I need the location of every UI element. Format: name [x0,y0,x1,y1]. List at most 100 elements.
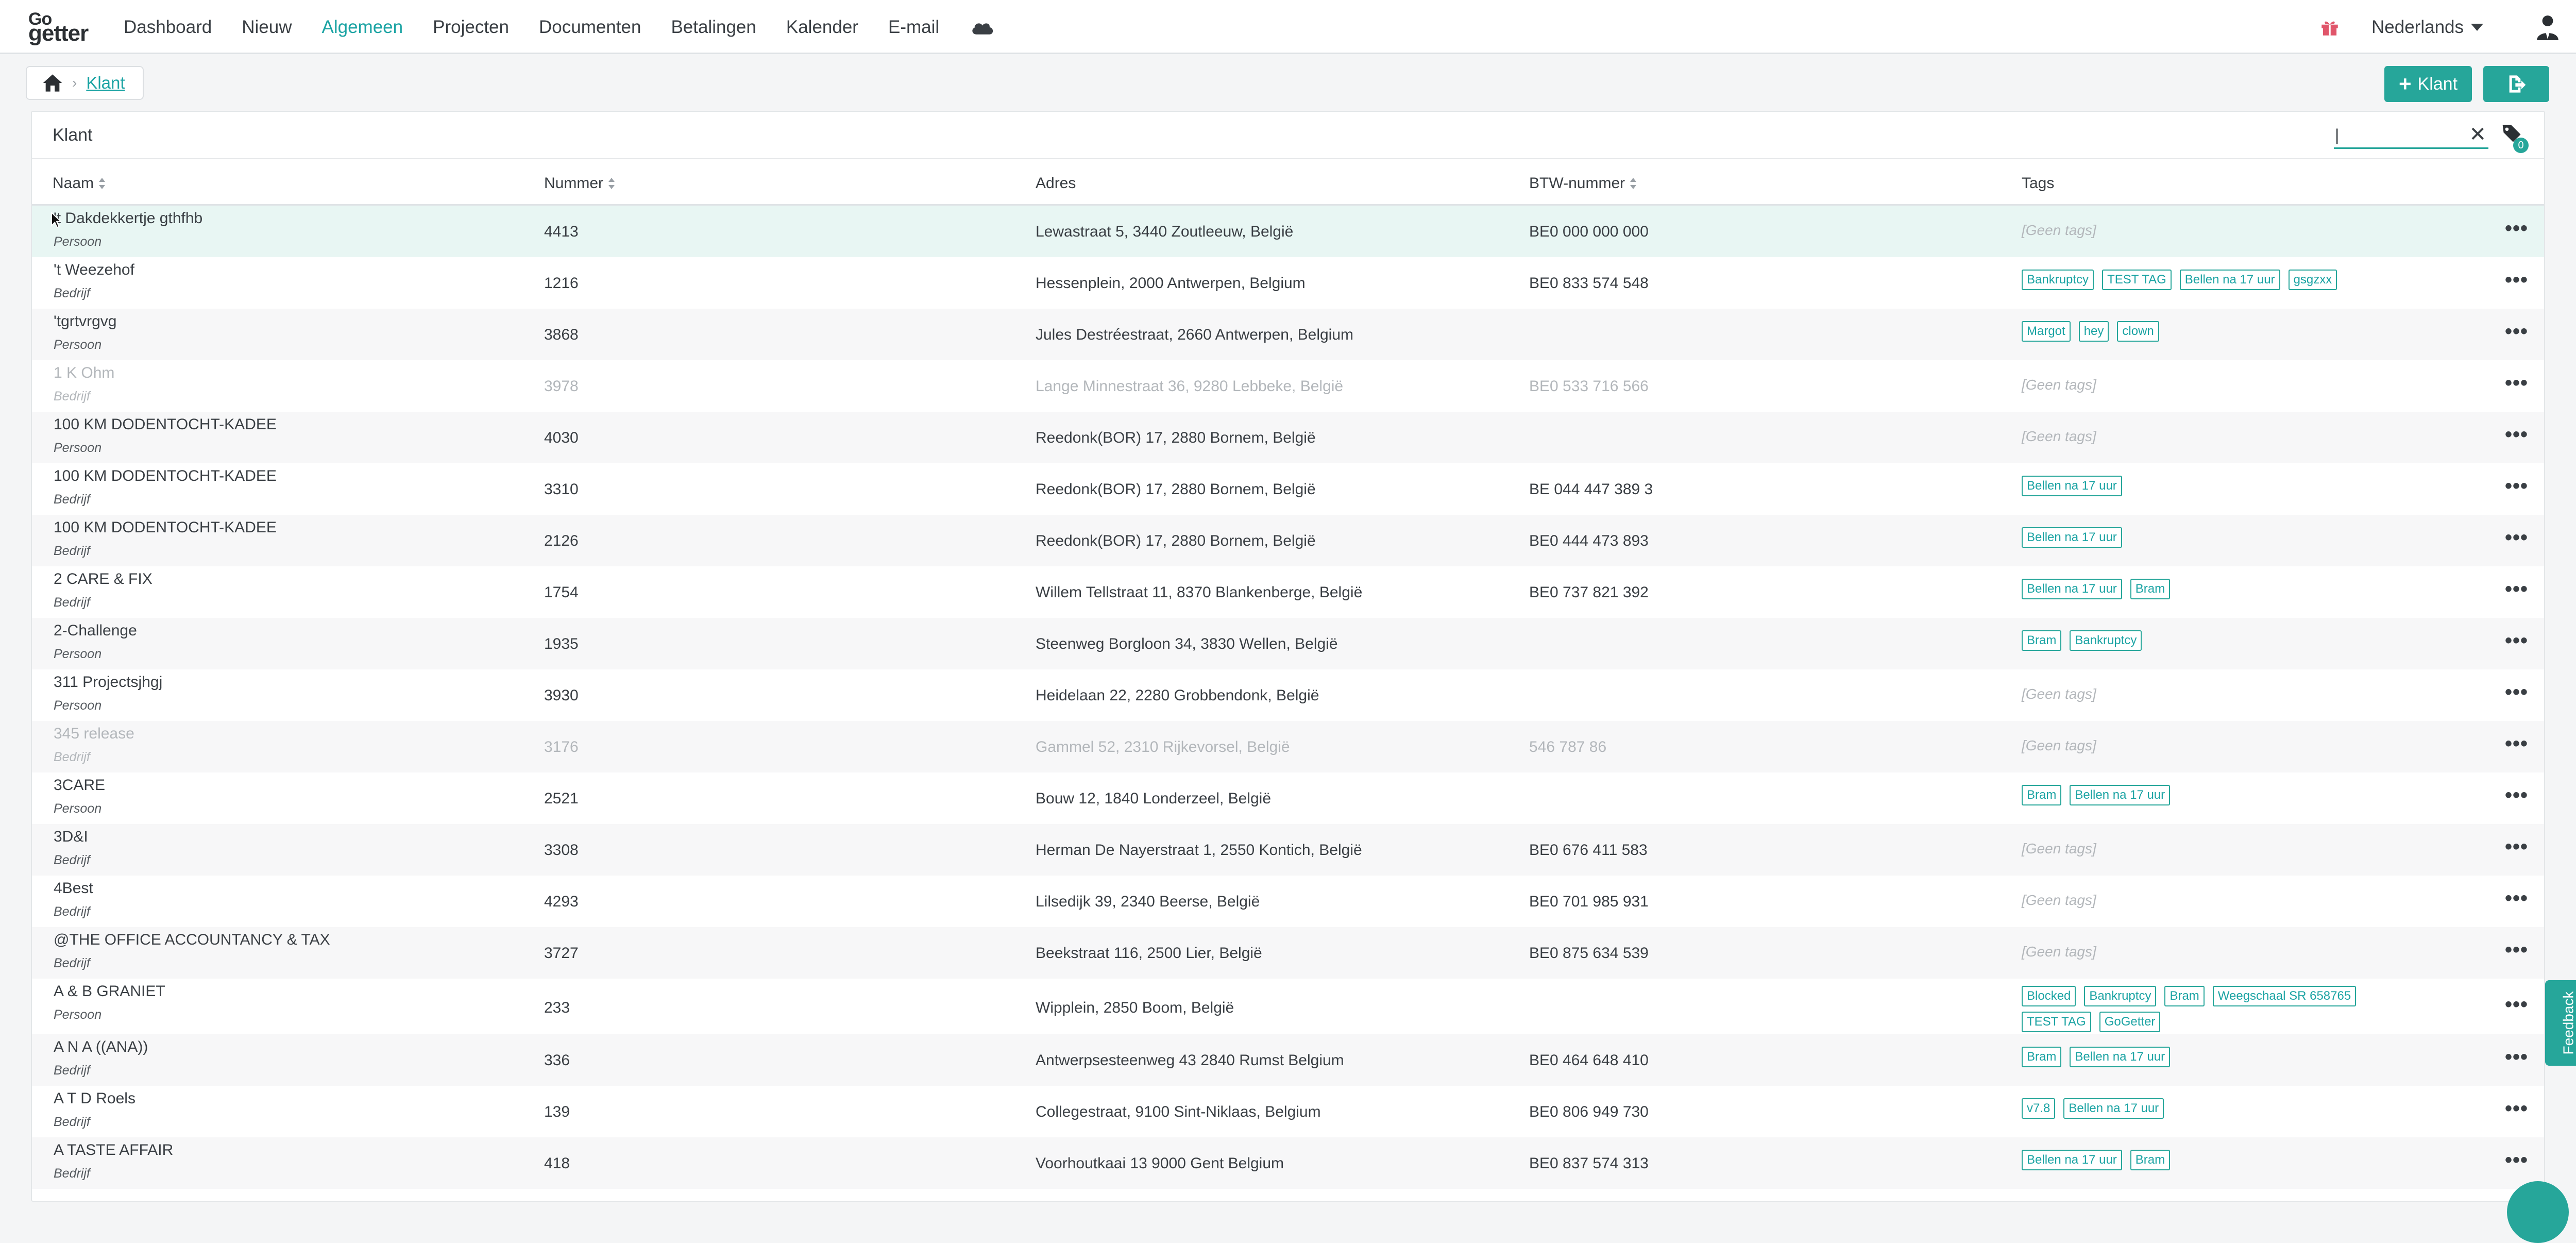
row-actions-ellipsis-icon[interactable]: ••• [2505,1149,2528,1172]
user-icon[interactable] [2535,13,2561,42]
tag-badge[interactable]: v7.8 [2022,1098,2056,1119]
row-actions-ellipsis-icon[interactable]: ••• [2505,993,2528,1016]
tag-badge[interactable]: Bellen na 17 uur [2022,579,2122,599]
tag-badge[interactable]: Bellen na 17 uur [2070,1047,2171,1067]
tag-badge[interactable]: Bellen na 17 uur [2070,785,2171,805]
close-icon[interactable]: ✕ [2469,124,2486,145]
tag-badge[interactable]: Bram [2022,630,2062,651]
row-actions-ellipsis-icon[interactable]: ••• [2505,1046,2528,1069]
client-number: 2521 [544,790,579,807]
row-actions-ellipsis-icon[interactable]: ••• [2505,784,2528,807]
row-actions-ellipsis-icon[interactable]: ••• [2505,938,2528,962]
tags-filter-button[interactable]: 0 [2501,122,2532,156]
cloud-icon[interactable] [970,19,995,36]
home-icon[interactable] [42,73,63,93]
table-row[interactable]: 100 KM DODENTOCHT-KADEE Bedrijf 2126 Reedon… [32,515,2544,566]
client-name: 2 CARE & FIX [54,570,152,587]
column-header-naam[interactable]: Naam [53,175,106,192]
tag-badge[interactable]: Bellen na 17 uur [2022,527,2122,548]
table-row[interactable]: 4Best Bedrijf 4293 Lilsedijk 39, 2340 Beers… [32,876,2544,927]
row-actions-ellipsis-icon[interactable]: ••• [2505,835,2528,859]
tag-badge[interactable]: TEST TAG [2022,1012,2091,1032]
tag-badge[interactable]: Bram [2130,579,2171,599]
row-actions-ellipsis-icon[interactable]: ••• [2505,475,2528,498]
column-header-nummer[interactable]: Nummer [544,175,616,192]
row-actions-ellipsis-icon[interactable]: ••• [2505,320,2528,343]
nav-item-projecten[interactable]: Projecten [433,17,509,38]
feedback-tab[interactable]: Feedback [2545,980,2576,1066]
client-type: Persoon [54,801,102,816]
breadcrumb-klant[interactable]: Klant [86,73,125,93]
table-row[interactable]: 311 Projectsjhgj Persoon 3930 Heidelaan 22,… [32,669,2544,721]
row-actions-ellipsis-icon[interactable]: ••• [2505,629,2528,652]
client-type: Bedrijf [54,544,90,558]
tag-badge[interactable]: Bellen na 17 uur [2022,476,2122,496]
tag-badge[interactable]: GoGetter [2099,1012,2161,1032]
table-row[interactable]: 3D&I Bedrijf 3308 Herman De Nayerstraat 1, … [32,824,2544,876]
tag-badge[interactable]: Bankruptcy [2084,986,2157,1006]
table-row[interactable]: 'tgrtvrgvg Persoon 3868 Jules Destréestraat… [32,309,2544,360]
nav-item-e-mail[interactable]: E-mail [888,17,939,38]
row-actions-ellipsis-icon[interactable]: ••• [2505,217,2528,240]
nav-item-betalingen[interactable]: Betalingen [671,17,756,38]
tag-badge[interactable]: Weegschaal SR 658765 [2212,986,2357,1006]
table-row[interactable]: A T D Roels Bedrijf 139 Collegestraat, 9100… [32,1086,2544,1137]
table-row[interactable]: 2 CARE & FIX Bedrijf 1754 Willem Tellstraat… [32,566,2544,618]
gogetter-logo[interactable]: Go getter [28,10,106,45]
table-row[interactable]: A & B GRANIET Persoon 233 Wipplein, 2850 Bo… [32,979,2544,1034]
tag-badge[interactable]: Bellen na 17 uur [2063,1098,2164,1119]
table-row[interactable]: @THE OFFICE ACCOUNTANCY & TAX Bedrijf 3727… [32,927,2544,979]
table-row[interactable]: 't Dakdekkertje gthfhb Persoon 4413 Lewastr… [32,206,2544,257]
row-actions-ellipsis-icon[interactable]: ••• [2505,268,2528,292]
row-actions-ellipsis-icon[interactable]: ••• [2505,423,2528,446]
client-address: Lilsedijk 39, 2340 Beerse, België [1036,893,1260,910]
row-actions-ellipsis-icon[interactable]: ••• [2505,887,2528,910]
gift-icon[interactable] [2319,16,2341,38]
row-actions-ellipsis-icon[interactable]: ••• [2505,372,2528,395]
table-row[interactable]: 100 KM DODENTOCHT-KADEE Persoon 4030 Reedon… [32,412,2544,463]
column-header-btw-nummer[interactable]: BTW-nummer [1529,175,1637,192]
tag-badge[interactable]: Blocked [2022,986,2076,1006]
table-row[interactable]: A N A ((ANA)) Bedrijf 336 Antwerpsesteenweg… [32,1034,2544,1086]
export-button[interactable] [2483,66,2549,102]
row-actions-ellipsis-icon[interactable]: ••• [2505,1097,2528,1120]
tag-badge[interactable]: clown [2117,321,2159,342]
tag-badge[interactable]: Bankruptcy [2070,630,2142,651]
nav-item-algemeen[interactable]: Algemeen [322,17,403,38]
nav-item-documenten[interactable]: Documenten [539,17,641,38]
tag-badge[interactable]: Bellen na 17 uur [2179,270,2280,290]
tag-badge[interactable]: Bankruptcy [2022,270,2094,290]
tag-badge[interactable]: hey [2078,321,2109,342]
table-row[interactable]: 't Weezehof Bedrijf 1216 Hessenplein, 2000 … [32,257,2544,309]
add-klant-button[interactable]: + Klant [2384,66,2472,102]
table-row[interactable]: 345 release Bedrijf 3176 Gammel 52, 2310 Ri… [32,721,2544,772]
row-actions-ellipsis-icon[interactable]: ••• [2505,578,2528,601]
search-input[interactable] [2334,122,2460,148]
table-row[interactable]: 2-Challenge Persoon 1935 Steenweg Borgloon … [32,618,2544,669]
row-actions-ellipsis-icon[interactable]: ••• [2505,732,2528,755]
client-address: Heidelaan 22, 2280 Grobbendonk, België [1036,687,1319,704]
tag-badge[interactable]: Margot [2022,321,2071,342]
row-actions-ellipsis-icon[interactable]: ••• [2505,681,2528,704]
tag-badge[interactable]: gsgzxx [2288,270,2337,290]
row-actions-ellipsis-icon[interactable]: ••• [2505,526,2528,549]
nav-item-nieuw[interactable]: Nieuw [242,17,292,38]
table-row[interactable]: 3CARE Persoon 2521 Bouw 12, 1840 Londerzeel… [32,772,2544,824]
table-row[interactable]: 100 KM DODENTOCHT-KADEE Bedrijf 3310 Reedon… [32,463,2544,515]
tag-badge[interactable]: Bram [2164,986,2205,1006]
tag-badge[interactable]: Bram [2022,785,2062,805]
chat-bubble-icon[interactable] [2507,1181,2569,1243]
tag-badge[interactable]: Bram [2130,1150,2171,1170]
tag-badge[interactable]: Bellen na 17 uur [2022,1150,2122,1170]
client-name: A TASTE AFFAIR [54,1141,174,1158]
client-address: Reedonk(BOR) 17, 2880 Bornem, België [1036,532,1316,549]
language-dropdown[interactable]: Nederlands [2371,17,2483,38]
client-type: Persoon [54,338,102,352]
table-row[interactable]: A TASTE AFFAIR Bedrijf 418 Voorhoutkaai 13 … [32,1137,2544,1189]
table-row[interactable]: 1 K Ohm Bedrijf 3978 Lange Minnestraat 36, … [32,360,2544,412]
nav-item-kalender[interactable]: Kalender [786,17,858,38]
nav-item-dashboard[interactable]: Dashboard [124,17,212,38]
tag-badge[interactable]: TEST TAG [2102,270,2172,290]
client-tags: Bellen na 17 uur Bram [2022,1150,2424,1175]
tag-badge[interactable]: Bram [2022,1047,2062,1067]
